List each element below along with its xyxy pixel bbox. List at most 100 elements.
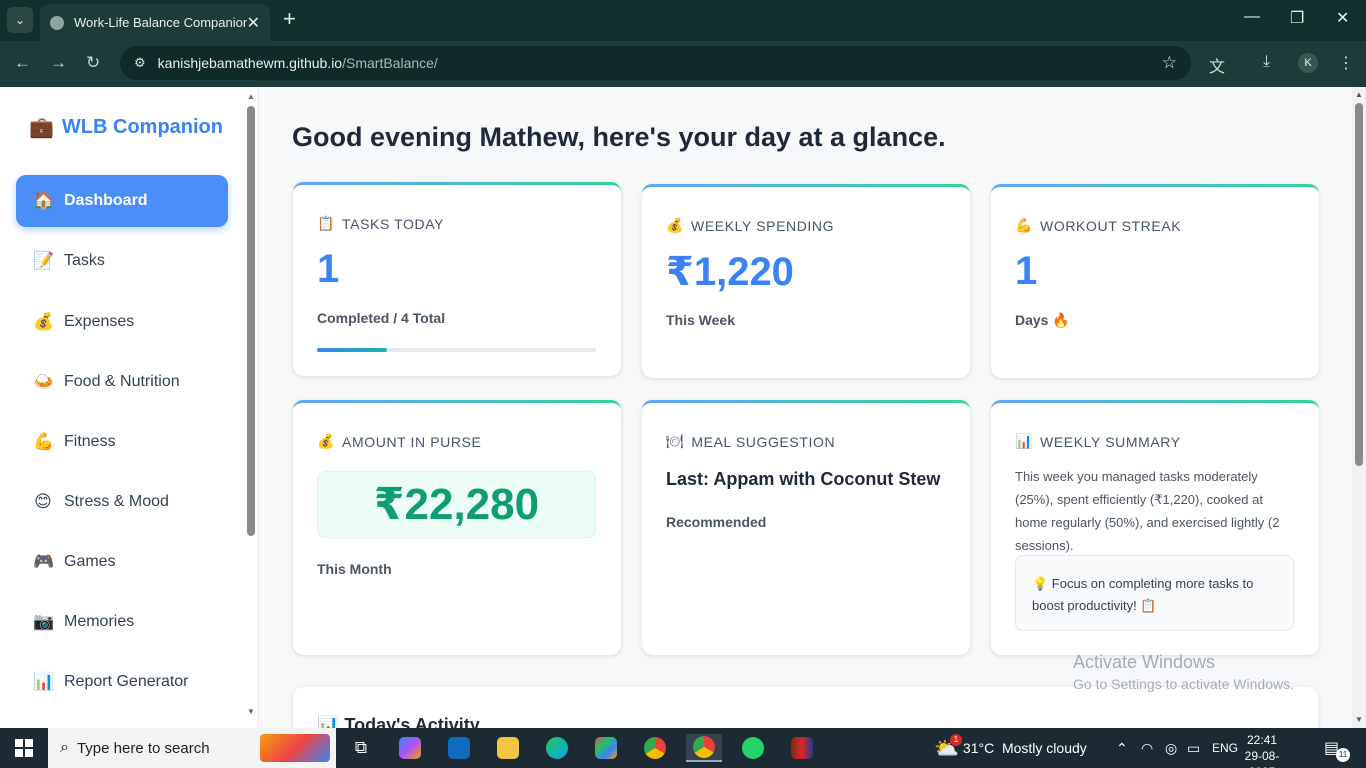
tab-search-button[interactable]: ⌄ [7, 7, 33, 33]
outlook-icon[interactable] [441, 734, 477, 762]
sidebar-item-memories[interactable]: 📷 Memories [16, 596, 228, 648]
weather-badge: 1 [950, 734, 962, 746]
scroll-down-icon[interactable]: ▼ [247, 707, 255, 716]
whatsapp-icon[interactable] [735, 734, 771, 762]
window-close-icon[interactable]: ✕ [1336, 8, 1349, 28]
sidebar-item-food-nutrition[interactable]: 🍛 Food & Nutrition [16, 356, 228, 408]
site-info-icon[interactable]: ⚙ [134, 55, 146, 71]
sidebar-item-report-generator[interactable]: 📊 Report Generator [16, 656, 228, 708]
card-label: 📋 TASKS TODAY [317, 215, 445, 232]
flexed-arm-icon: 💪 [33, 432, 55, 451]
location-icon[interactable]: ◎ [1165, 728, 1177, 768]
card-label: 💪 WORKOUT STREAK [1015, 217, 1182, 234]
show-hidden-icons-icon[interactable]: ⌃ [1116, 728, 1128, 768]
scroll-up-icon[interactable]: ▲ [247, 92, 255, 101]
url-text: kanishjebamathewm.github.io/SmartBalance… [157, 55, 438, 71]
profile-avatar[interactable]: K [1298, 53, 1318, 73]
network-icon[interactable]: ◠ [1141, 728, 1153, 768]
briefcase-icon: 💼 [29, 117, 54, 139]
winrar-icon[interactable] [784, 734, 820, 762]
sidebar-item-label: Report Generator [64, 673, 189, 690]
search-highlight-icon [260, 734, 330, 762]
chrome-icon[interactable] [637, 734, 673, 762]
chrome-profile-icon[interactable] [686, 734, 722, 762]
brand-name: WLB Companion [61, 116, 223, 138]
meal-suggestion-card[interactable]: 🍽 MEAL SUGGESTION Last: Appam with Cocon… [642, 400, 970, 655]
weekly-summary-card[interactable]: 📊 WEEKLY SUMMARY This week you managed t… [991, 400, 1319, 655]
download-icon[interactable]: ⤓ [1263, 53, 1270, 71]
productivity-tip: 💡 Focus on completing more tasks to boos… [1015, 555, 1294, 631]
tab-favicon-icon [50, 15, 64, 30]
weekly-spending-subtext: This Week [666, 312, 735, 328]
sidebar-item-fitness[interactable]: 💪 Fitness [16, 416, 228, 468]
activate-windows-watermark: Activate Windows Go to Settings to activ… [1073, 652, 1294, 692]
workout-streak-value: 1 [1015, 249, 1038, 293]
sidebar-item-games[interactable]: 🎮 Games [16, 536, 228, 588]
sidebar-scrollbar[interactable]: ▲ ▼ [247, 92, 255, 717]
activity-title: 📊 Today's Activity [317, 715, 480, 728]
store-icon[interactable] [588, 734, 624, 762]
back-icon[interactable]: ← [14, 53, 31, 73]
reload-icon[interactable]: ↻ [86, 53, 100, 73]
sidebar-item-stress-mood[interactable]: 😊 Stress & Mood [16, 476, 228, 528]
copilot-icon[interactable] [392, 734, 428, 762]
weekly-summary-text: This week you managed tasks moderately (… [1015, 469, 1280, 553]
tasks-progress-bar [317, 348, 596, 352]
tab-title: Work-Life Balance Companion [74, 15, 247, 30]
file-explorer-icon[interactable] [490, 734, 526, 762]
sidebar-item-label: Games [64, 553, 116, 570]
address-bar[interactable]: ⚙ kanishjebamathewm.github.io/SmartBalan… [120, 46, 1191, 80]
workout-streak-card[interactable]: 💪 WORKOUT STREAK 1 Days 🔥 [991, 184, 1319, 378]
sidebar-item-label: Food & Nutrition [64, 373, 180, 390]
purse-amount: ₹22,280 [317, 471, 596, 538]
sidebar-item-label: Expenses [64, 313, 135, 330]
taskbar-search-box[interactable]: ⌕ Type here to search [48, 728, 336, 768]
curry-bowl-icon: 🍛 [33, 372, 55, 391]
bookmark-star-icon[interactable]: ☆ [1162, 53, 1177, 73]
page-scroll-thumb[interactable] [1355, 103, 1363, 466]
new-tab-button[interactable]: + [283, 8, 296, 30]
browser-menu-icon[interactable]: ⋮ [1338, 53, 1354, 73]
sidebar-item-label: Fitness [64, 433, 116, 450]
sidebar-item-expenses[interactable]: 💰 Expenses [16, 296, 228, 348]
translate-icon[interactable]: 文 [1209, 53, 1225, 77]
tasks-subtext: Completed / 4 Total [317, 310, 446, 326]
meal-name: Last: Appam with Coconut Stew [666, 469, 941, 489]
sidebar-item-tasks[interactable]: 📝 Tasks [16, 235, 228, 287]
sidebar-item-dashboard[interactable]: 🏠 Dashboard [16, 175, 228, 227]
windows-start-icon[interactable] [15, 739, 33, 757]
forward-icon[interactable]: → [50, 53, 67, 73]
weather-widget[interactable]: ⛅ 1 31°C Mostly cloudy [934, 728, 1087, 768]
purse-subtext: This Month [317, 561, 392, 577]
minimize-icon[interactable]: — [1244, 8, 1260, 26]
gamepad-icon: 🎮 [33, 552, 55, 571]
clipboard-icon: 📋 [317, 215, 336, 231]
search-icon: ⌕ [60, 739, 69, 756]
weekly-spending-card[interactable]: 💰 WEEKLY SPENDING ₹1,220 This Week [642, 184, 970, 378]
plate-cutlery-icon: 🍽 [666, 433, 685, 449]
task-view-icon[interactable]: ⧉ [343, 734, 379, 762]
weekly-spending-value: ₹1,220 [666, 250, 794, 294]
tasks-count: 1 [317, 247, 340, 291]
scroll-up-icon[interactable]: ▲ [1355, 90, 1363, 99]
card-label: 💰 AMOUNT IN PURSE [317, 433, 482, 450]
weather-text: 31°C Mostly cloudy [962, 740, 1087, 756]
tab-close-icon[interactable]: ✕ [247, 13, 260, 33]
card-label: 💰 WEEKLY SPENDING [666, 217, 835, 234]
tasks-today-card[interactable]: 📋 TASKS TODAY 1 Completed / 4 Total [293, 182, 621, 376]
amount-in-purse-card[interactable]: 💰 AMOUNT IN PURSE ₹22,280 This Month [293, 400, 621, 655]
taskbar-clock[interactable]: 22:41 29-08-2025 [1234, 732, 1290, 768]
edge-icon[interactable] [539, 734, 575, 762]
battery-icon[interactable]: ▭ [1187, 728, 1200, 768]
scroll-down-icon[interactable]: ▼ [1355, 715, 1363, 724]
page-scrollbar[interactable]: ▲ ▼ [1352, 87, 1366, 728]
browser-tab[interactable]: Work-Life Balance Companion ✕ [40, 4, 270, 41]
meal-subtext: Recommended [666, 514, 767, 530]
restore-icon[interactable]: ❐ [1290, 8, 1304, 28]
bar-chart-icon: 📊 [1015, 433, 1034, 449]
taskbar-search-placeholder: Type here to search [76, 739, 210, 757]
brand-logo[interactable]: 💼 WLB Companion [29, 115, 223, 140]
sidebar: 💼 WLB Companion 🏠 Dashboard 📝 Tasks 💰 Ex… [0, 87, 259, 728]
page-title: Good evening Mathew, here's your day at … [292, 122, 946, 152]
sidebar-scroll-thumb[interactable] [247, 106, 255, 536]
